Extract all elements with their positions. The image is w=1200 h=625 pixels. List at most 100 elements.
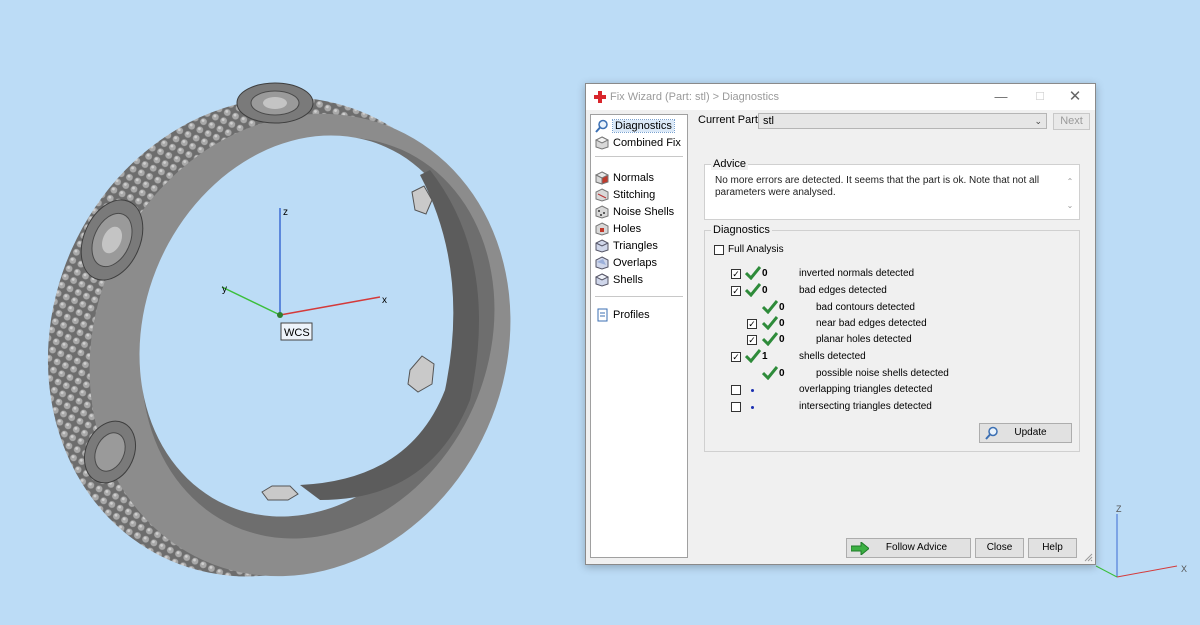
close-button[interactable]: Close	[975, 538, 1024, 558]
row-label: planar holes detected	[816, 334, 912, 345]
magnifier-icon	[595, 119, 608, 133]
row-count: 0	[779, 302, 785, 313]
mini-axes-indicator: Z X	[1095, 504, 1187, 578]
sidebar-item-label: Overlaps	[613, 257, 658, 269]
diagnostics-panel: Diagnostics Full Analysis ✓ 0 inverted n…	[704, 224, 1080, 452]
axis-y-label: y	[222, 284, 227, 295]
resize-grip-icon[interactable]	[1083, 552, 1093, 562]
sidebar-item-overlaps[interactable]: Overlaps	[595, 255, 657, 271]
row-label: shells detected	[799, 351, 866, 362]
row-count: 1	[762, 351, 768, 362]
overlapping-triangles-checkbox[interactable]	[731, 385, 741, 395]
advice-panel: Advice No more errors are detected. It s…	[704, 158, 1080, 220]
update-label: Update	[1014, 427, 1047, 438]
sidebar-item-holes[interactable]: Holes	[595, 221, 641, 237]
overlaps-icon	[595, 256, 609, 270]
sidebar-item-triangles[interactable]: Triangles	[595, 238, 658, 254]
row-label: possible noise shells detected	[816, 368, 949, 379]
row-count: 0	[779, 334, 785, 345]
maximize-button[interactable]: ☐	[1031, 88, 1049, 106]
sidebar-item-label: Noise Shells	[613, 206, 675, 218]
check-mark-icon	[745, 349, 761, 363]
fix-wizard-dialog: Fix Wizard (Part: stl) > Diagnostics — ☐…	[585, 83, 1096, 565]
full-analysis-label: Full Analysis	[728, 244, 784, 255]
check-mark-icon	[762, 300, 778, 314]
scroll-down-icon[interactable]: ⌄	[1063, 201, 1077, 210]
minimize-button[interactable]: —	[992, 88, 1010, 106]
cube-icon	[595, 136, 609, 150]
close-window-button[interactable]: ✕	[1066, 88, 1084, 106]
sidebar-item-stitching[interactable]: Stitching	[595, 187, 655, 203]
row-label: overlapping triangles detected	[799, 384, 933, 395]
axis-z-label: z	[283, 207, 288, 218]
sidebar-item-profiles[interactable]: Profiles	[595, 307, 650, 323]
sidebar-item-label: Normals	[613, 172, 654, 184]
sidebar-item-noise-shells[interactable]: Noise Shells	[595, 204, 674, 220]
check-mark-icon	[762, 316, 778, 330]
follow-advice-button[interactable]: Follow Advice	[846, 538, 971, 558]
chevron-down-icon: ⌄	[1034, 116, 1042, 126]
row-count: 0	[779, 318, 785, 329]
mini-axis-x-label: X	[1181, 564, 1187, 574]
sidebar-item-label: Shells	[613, 274, 643, 286]
window-title: Fix Wizard (Part: stl) > Diagnostics	[610, 91, 780, 103]
full-analysis-checkbox[interactable]	[714, 245, 724, 255]
noise-shells-icon	[595, 205, 609, 219]
sidebar-item-diagnostics[interactable]: Diagnostics	[595, 118, 675, 134]
row-label: near bad edges detected	[816, 318, 927, 329]
row-label: bad edges detected	[799, 285, 887, 296]
row-label: bad contours detected	[816, 302, 915, 313]
help-button[interactable]: Help	[1028, 538, 1077, 558]
document-icon	[597, 308, 608, 322]
pending-dot-icon	[751, 406, 754, 409]
sidebar-item-label: Combined Fix	[613, 137, 681, 149]
check-mark-icon	[762, 366, 778, 380]
sidebar-item-label: Triangles	[613, 240, 658, 252]
planar-holes-checkbox[interactable]: ✓	[747, 335, 757, 345]
pending-dot-icon	[751, 389, 754, 392]
follow-advice-label: Follow Advice	[885, 542, 948, 553]
bad-edges-checkbox[interactable]: ✓	[731, 286, 741, 296]
advice-scrollbar[interactable]: ⌃ ⌄	[1063, 165, 1077, 219]
advice-text: No more errors are detected. It seems th…	[715, 175, 1040, 198]
sidebar-item-shells[interactable]: Shells	[595, 272, 643, 288]
check-mark-icon	[745, 266, 761, 280]
near-bad-edges-checkbox[interactable]: ✓	[747, 319, 757, 329]
check-mark-icon	[745, 283, 761, 297]
triangles-icon	[595, 239, 609, 253]
sidebar-divider	[595, 296, 683, 297]
sidebar-item-label: Diagnostics	[612, 119, 675, 133]
arrow-right-icon	[851, 542, 869, 555]
red-cross-icon	[594, 91, 606, 103]
stitching-icon	[595, 188, 609, 202]
update-button[interactable]: Update	[979, 423, 1072, 443]
ring-setting-top	[236, 82, 314, 124]
normals-cube-icon	[595, 171, 609, 185]
intersecting-triangles-checkbox[interactable]	[731, 402, 741, 412]
wizard-sidebar: Diagnostics Combined Fix Normals Stitchi…	[590, 114, 688, 558]
wcs-label: WCS	[284, 327, 310, 339]
sidebar-item-label: Stitching	[613, 189, 656, 201]
row-label: intersecting triangles detected	[799, 401, 932, 412]
current-part-label: Current Part:	[698, 114, 761, 126]
next-button[interactable]: Next	[1053, 113, 1090, 130]
diagnostics-title: Diagnostics	[711, 224, 772, 236]
sidebar-item-normals[interactable]: Normals	[595, 170, 654, 186]
sidebar-item-label: Holes	[613, 223, 642, 235]
title-bar[interactable]: Fix Wizard (Part: stl) > Diagnostics — ☐…	[586, 84, 1095, 110]
row-count: 0	[762, 285, 768, 296]
row-label: inverted normals detected	[799, 268, 915, 279]
shells-checkbox[interactable]: ✓	[731, 352, 741, 362]
row-count: 0	[762, 268, 768, 279]
row-count: 0	[779, 368, 785, 379]
sidebar-item-combined-fix[interactable]: Combined Fix	[595, 135, 681, 151]
axis-x-label: x	[382, 295, 387, 306]
current-part-select[interactable]: stl ⌄	[758, 113, 1047, 129]
sidebar-divider	[595, 156, 683, 157]
inverted-normals-checkbox[interactable]: ✓	[731, 269, 741, 279]
sidebar-item-label: Profiles	[613, 309, 650, 321]
dialog-body: Diagnostics Combined Fix Normals Stitchi…	[586, 110, 1095, 564]
scroll-up-icon[interactable]: ⌃	[1063, 177, 1077, 186]
advice-title: Advice	[711, 158, 749, 170]
current-part-value: stl	[763, 115, 774, 127]
